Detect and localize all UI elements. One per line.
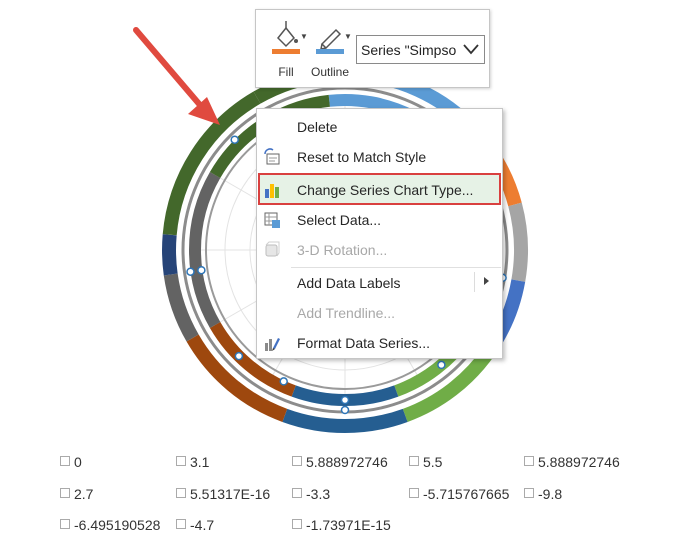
selection-handle[interactable] — [197, 265, 206, 275]
legend-item[interactable]: -4.7 — [176, 517, 214, 533]
menu-item-select-data[interactable]: Select Data... — [257, 205, 502, 233]
legend-item[interactable]: 5.888972746 — [292, 454, 388, 470]
legend-swatch — [292, 488, 302, 498]
selection-handle[interactable] — [234, 351, 244, 361]
chevron-down-icon[interactable]: ▼ — [344, 32, 352, 41]
legend-item[interactable]: -9.8 — [524, 486, 562, 502]
menu-item-reset-to-match-style[interactable]: Reset to Match Style — [257, 142, 502, 170]
annotation-arrow — [133, 27, 220, 125]
legend-swatch — [176, 456, 186, 466]
menu-item-3d-rotation[interactable]: 3-D Rotation... — [257, 235, 502, 263]
menu-item-label: 3-D Rotation... — [297, 242, 388, 258]
menu-item-format-data-series[interactable]: Format Data Series... — [257, 328, 502, 356]
legend-swatch — [409, 488, 419, 498]
outline-color-swatch — [316, 49, 344, 54]
legend-item[interactable]: 5.888972746 — [524, 454, 620, 470]
ring-segment[interactable] — [162, 234, 178, 276]
legend-item[interactable]: 5.5 — [409, 454, 442, 470]
change-chart-type-icon — [265, 184, 279, 198]
fill-color-swatch — [272, 49, 300, 54]
chevron-right-icon[interactable] — [484, 277, 489, 285]
legend-swatch — [60, 456, 70, 466]
context-menu: Delete Reset to Match Style Change Serie… — [256, 108, 503, 359]
menu-item-label: Format Data Series... — [297, 335, 431, 351]
legend-item[interactable]: 5.51317E-16 — [176, 486, 270, 502]
legend-item[interactable]: -3.3 — [292, 486, 330, 502]
legend-swatch — [292, 456, 302, 466]
menu-item-label: Add Trendline... — [297, 305, 396, 321]
format-series-icon — [265, 338, 280, 351]
menu-item-label: Add Data Labels — [297, 275, 401, 291]
legend-swatch — [292, 519, 302, 529]
3d-rotation-icon — [265, 241, 280, 257]
selection-handle[interactable] — [340, 405, 350, 415]
legend-swatch — [176, 519, 186, 529]
selection-handle[interactable] — [279, 377, 288, 386]
selection-handle[interactable] — [186, 267, 195, 276]
fill-label: Fill — [278, 65, 294, 79]
menu-item-label: Change Series Chart Type... — [297, 182, 474, 198]
ring-segment[interactable] — [282, 408, 408, 434]
menu-item-label: Reset to Match Style — [297, 149, 427, 165]
ring-segment[interactable] — [163, 273, 199, 342]
fill-button[interactable]: ▼ Fill — [264, 16, 308, 82]
select-data-icon — [264, 212, 280, 228]
reset-style-icon — [264, 148, 280, 165]
ring-segment[interactable] — [508, 202, 528, 282]
series-selector[interactable]: Series "Simpso — [356, 35, 485, 64]
legend-item[interactable]: -6.495190528 — [60, 517, 160, 533]
legend-item[interactable]: -1.73971E-15 — [292, 517, 391, 533]
legend-swatch — [524, 488, 534, 498]
legend-item[interactable]: -5.715767665 — [409, 486, 509, 502]
menu-item-add-data-labels[interactable]: Add Data Labels — [257, 268, 502, 296]
selection-handle[interactable] — [340, 395, 350, 405]
menu-item-add-trendline[interactable]: Add Trendline... — [257, 298, 502, 326]
mini-toolbar: ▼ Fill ▼ Outline Series "Simpso — [255, 9, 490, 88]
menu-item-label: Delete — [297, 119, 338, 135]
legend-swatch — [60, 519, 70, 529]
menu-item-delete[interactable]: Delete — [257, 112, 502, 140]
legend-swatch — [524, 456, 534, 466]
legend-swatch — [409, 456, 419, 466]
chevron-down-icon[interactable] — [462, 42, 480, 56]
chevron-down-icon[interactable]: ▼ — [300, 32, 308, 41]
legend-item[interactable]: 3.1 — [176, 454, 209, 470]
outline-label: Outline — [310, 65, 350, 79]
menu-item-change-series-chart-type[interactable]: Change Series Chart Type... — [258, 173, 501, 205]
selection-handle[interactable] — [437, 360, 446, 370]
selection-handle[interactable] — [230, 135, 239, 144]
legend-swatch — [176, 488, 186, 498]
legend-item[interactable]: 2.7 — [60, 486, 93, 502]
submenu-divider — [474, 272, 475, 292]
outline-button[interactable]: ▼ Outline — [308, 16, 352, 82]
menu-item-label: Select Data... — [297, 212, 382, 228]
series-selector-value: Series "Simpso — [361, 42, 457, 58]
legend-swatch — [60, 488, 70, 498]
legend-item[interactable]: 0 — [60, 454, 82, 470]
